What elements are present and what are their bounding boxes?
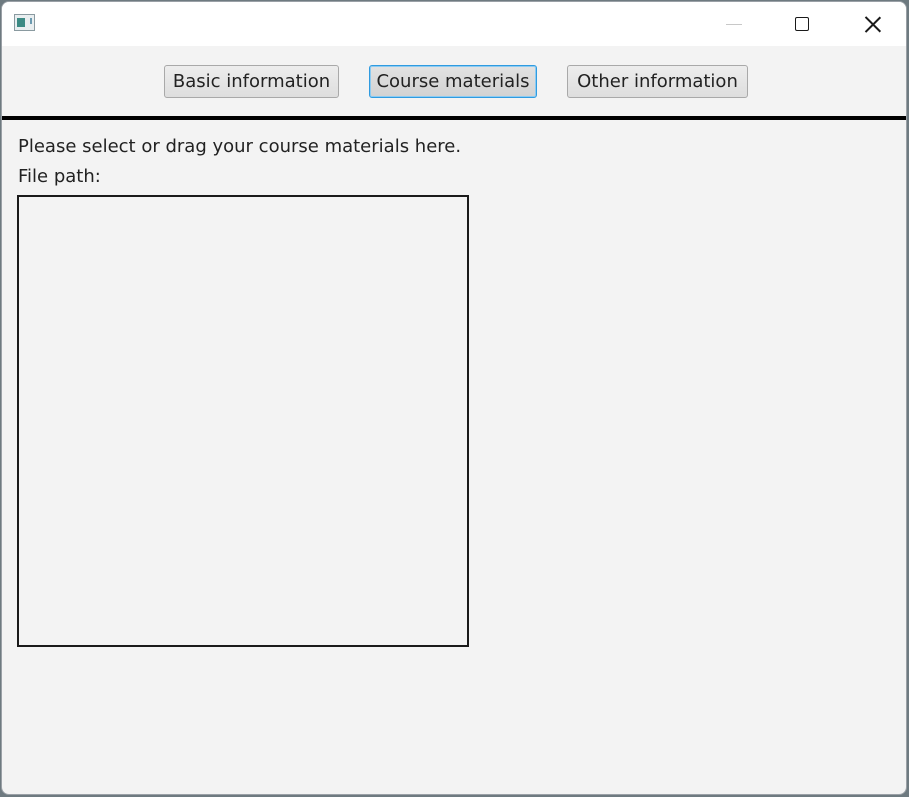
close-icon xyxy=(865,16,881,32)
header-divider xyxy=(2,116,906,120)
maximize-button[interactable] xyxy=(772,2,832,46)
app-icon xyxy=(14,14,35,31)
maximize-icon xyxy=(795,17,809,31)
other-information-button[interactable]: Other information xyxy=(567,65,748,98)
title-bar[interactable] xyxy=(2,2,906,46)
app-window: Basic information Course materials Other… xyxy=(1,1,907,795)
basic-information-button[interactable]: Basic information xyxy=(164,65,339,98)
close-button[interactable] xyxy=(843,2,903,46)
minimize-icon xyxy=(726,23,742,25)
file-drop-area[interactable] xyxy=(17,195,469,647)
instruction-text: Please select or drag your course materi… xyxy=(18,136,462,157)
minimize-button[interactable] xyxy=(704,2,764,46)
course-materials-button[interactable]: Course materials xyxy=(369,65,537,98)
file-path-label: File path: xyxy=(18,166,101,187)
